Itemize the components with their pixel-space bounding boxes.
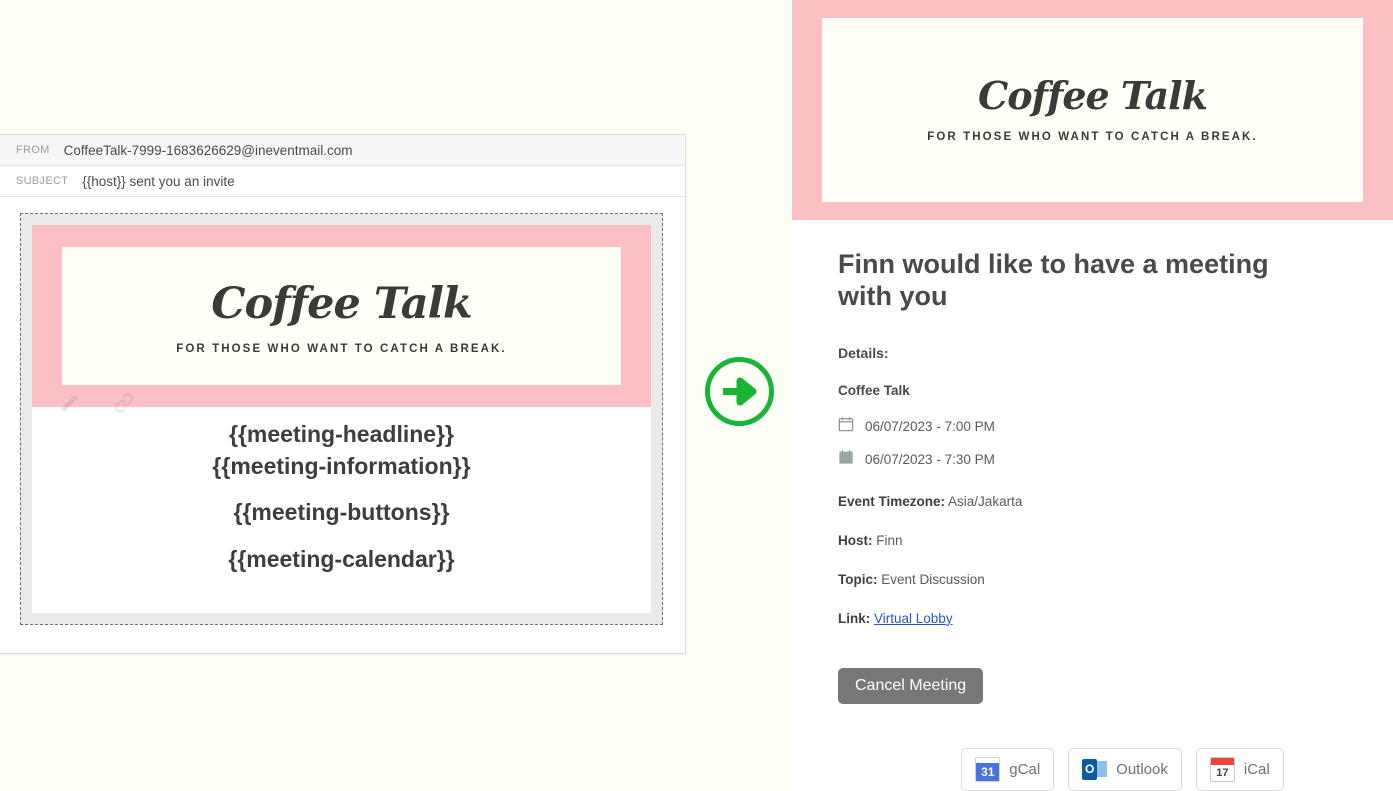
end-time-value: 06/07/2023 - 7:30 PM — [865, 451, 995, 467]
details-label: Details: — [838, 344, 889, 361]
calendar-filled-icon — [838, 449, 854, 470]
gcal-day: 31 — [976, 762, 1000, 781]
brand-logo: Coffee Talk — [211, 279, 472, 329]
virtual-lobby-link[interactable]: Virtual Lobby — [874, 611, 953, 626]
gcal-icon: 31 — [975, 756, 1001, 782]
cancel-meeting-button[interactable]: Cancel Meeting — [838, 667, 984, 704]
timezone-label: Event Timezone: — [838, 493, 946, 509]
email-editor-card: FROM CoffeeTalk-7999-1683626629@ineventm… — [0, 134, 686, 654]
outlook-mark: O — [1082, 758, 1098, 780]
preview-body: Finn would like to have a meeting with y… — [792, 220, 1393, 791]
editable-email-body[interactable]: Coffee Talk For those who want to catch … — [20, 213, 663, 625]
calendar-buttons-row: 31 gCal O Outlook 17 iCal — [838, 747, 1347, 791]
host-label: Host: — [838, 532, 873, 548]
add-to-ical-button[interactable]: 17 iCal — [1195, 747, 1284, 791]
arrow-right-circle-icon — [703, 355, 776, 428]
link-label: Link: — [838, 610, 871, 626]
outlook-label: Outlook — [1116, 760, 1168, 778]
email-banner[interactable]: Coffee Talk For those who want to catch … — [32, 225, 651, 413]
link-row: Link: Virtual Lobby — [838, 611, 1347, 626]
host-row: Host: Finn — [838, 533, 1347, 548]
topic-value: Event Discussion — [881, 571, 985, 587]
event-name: Coffee Talk — [838, 382, 910, 398]
preview-banner-inner: Coffee Talk For those who want to catch … — [822, 18, 1363, 202]
add-to-gcal-button[interactable]: 31 gCal — [961, 747, 1055, 791]
gcal-label: gCal — [1009, 760, 1041, 778]
from-label: FROM — [16, 144, 50, 156]
ical-day: 17 — [1216, 766, 1229, 779]
host-value: Finn — [876, 532, 903, 548]
calendar-outline-icon — [838, 416, 854, 437]
email-banner-inner: Coffee Talk For those who want to catch … — [62, 247, 621, 385]
preview-banner: Coffee Talk For those who want to catch … — [792, 0, 1393, 220]
ical-header-bar — [1210, 757, 1234, 765]
preview-brand-tagline: For those who want to catch a break. — [927, 131, 1258, 143]
subject-label: SUBJECT — [16, 175, 69, 187]
placeholder-meeting-buttons[interactable]: {{meeting-buttons}} — [32, 497, 651, 529]
placeholder-meeting-information[interactable]: {{meeting-information}} — [32, 451, 651, 483]
timezone-value: Asia/Jakarta — [948, 493, 1023, 509]
topic-label: Topic: — [838, 571, 878, 587]
page-title: Finn would like to have a meeting with y… — [838, 249, 1269, 312]
ical-label: iCal — [1243, 760, 1270, 778]
from-field-row[interactable]: FROM CoffeeTalk-7999-1683626629@ineventm… — [0, 135, 685, 166]
subject-field-row[interactable]: SUBJECT {{host}} sent you an invite — [0, 166, 685, 197]
start-time-value: 06/07/2023 - 7:00 PM — [865, 418, 995, 434]
end-time-row: 06/07/2023 - 7:30 PM — [838, 449, 1347, 470]
topic-row: Topic: Event Discussion — [838, 572, 1347, 587]
start-time-row: 06/07/2023 - 7:00 PM — [838, 416, 1347, 437]
banner-hover-tools — [60, 393, 134, 413]
subject-value: {{host}} sent you an invite — [82, 173, 235, 189]
brand-tagline: For those who want to catch a break. — [176, 343, 507, 355]
edit-pencil-icon[interactable] — [60, 393, 80, 413]
email-body-inner: Coffee Talk For those who want to catch … — [32, 225, 651, 613]
add-to-outlook-button[interactable]: O Outlook — [1068, 747, 1182, 791]
placeholder-meeting-headline[interactable]: {{meeting-headline}} — [32, 419, 651, 451]
from-value: CoffeeTalk-7999-1683626629@ineventmail.c… — [63, 142, 353, 158]
preview-brand-logo: Coffee Talk — [978, 73, 1208, 118]
link-icon[interactable] — [114, 393, 134, 413]
placeholder-meeting-calendar[interactable]: {{meeting-calendar}} — [32, 544, 651, 576]
ical-icon: 17 — [1209, 756, 1235, 782]
timezone-row: Event Timezone: Asia/Jakarta — [838, 494, 1347, 509]
email-preview-pane: Coffee Talk For those who want to catch … — [792, 0, 1393, 791]
outlook-icon: O — [1082, 757, 1108, 782]
placeholder-list: {{meeting-headline}} {{meeting-informati… — [32, 407, 651, 594]
